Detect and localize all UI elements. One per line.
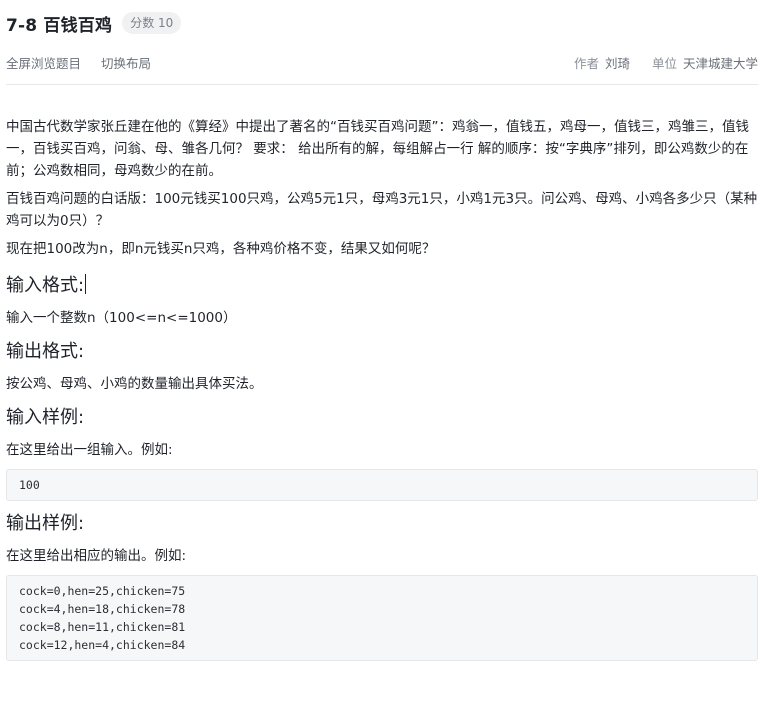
sample-input-code[interactable]: 100 [6,469,758,501]
sample-input-heading: 输入样例: [6,407,85,428]
problem-paragraph-3: 现在把100改为n，即n元钱买n只鸡，各种鸡价格不变，结果又如何呢？ [6,241,436,257]
input-format-heading: 输入格式: [6,274,758,297]
problem-title: 7-8 百钱百鸡 [6,15,113,36]
unit-label: 单位 [651,55,677,71]
fullscreen-view-button[interactable]: 全屏浏览题目 [6,53,81,72]
input-format-text: 输入一个整数n（100<=n<=1000） [6,310,237,326]
score-badge: 分数 10 [122,12,182,34]
author-label: 作者 [573,55,599,71]
problem-toolbar: 全屏浏览题目 切换布局 作者 刘琦 单位 天津城建大学 [6,52,758,72]
unit-name: 天津城建大学 [682,55,758,71]
sample-output-heading: 输出样例: [6,513,85,534]
problem-header: 7-8 百钱百鸡 分数 10 [6,10,759,36]
sample-output-intro: 在这里给出相应的输出。例如: [6,548,187,564]
header-divider [6,84,758,85]
problem-paragraph-2: 百钱百鸡问题的白话版：100元钱买100只鸡，公鸡5元1只，母鸡3元1只，小鸡1… [6,191,758,229]
author-name: 刘琦 [604,55,630,71]
text-cursor [85,274,87,294]
switch-layout-button[interactable]: 切换布局 [101,53,151,72]
author-info: 作者 刘琦 [574,53,630,72]
sample-input-intro: 在这里给出一组输入。例如: [6,442,173,458]
unit-info: 单位 天津城建大学 [652,53,758,72]
output-format-text: 按公鸡、母鸡、小鸡的数量输出具体买法。 [6,376,263,392]
sample-output-code[interactable]: cock=0,hen=25,chicken=75 cock=4,hen=18,c… [6,575,758,661]
problem-paragraph-1: 中国古代数学家张丘建在他的《算经》中提出了著名的“百钱买百鸡问题”：鸡翁一，值钱… [6,119,749,179]
problem-content: 中国古代数学家张丘建在他的《算经》中提出了著名的“百钱买百鸡问题”：鸡翁一，值钱… [6,116,758,661]
input-format-heading-text: 输入格式: [6,275,85,296]
output-format-heading: 输出格式: [6,341,85,362]
